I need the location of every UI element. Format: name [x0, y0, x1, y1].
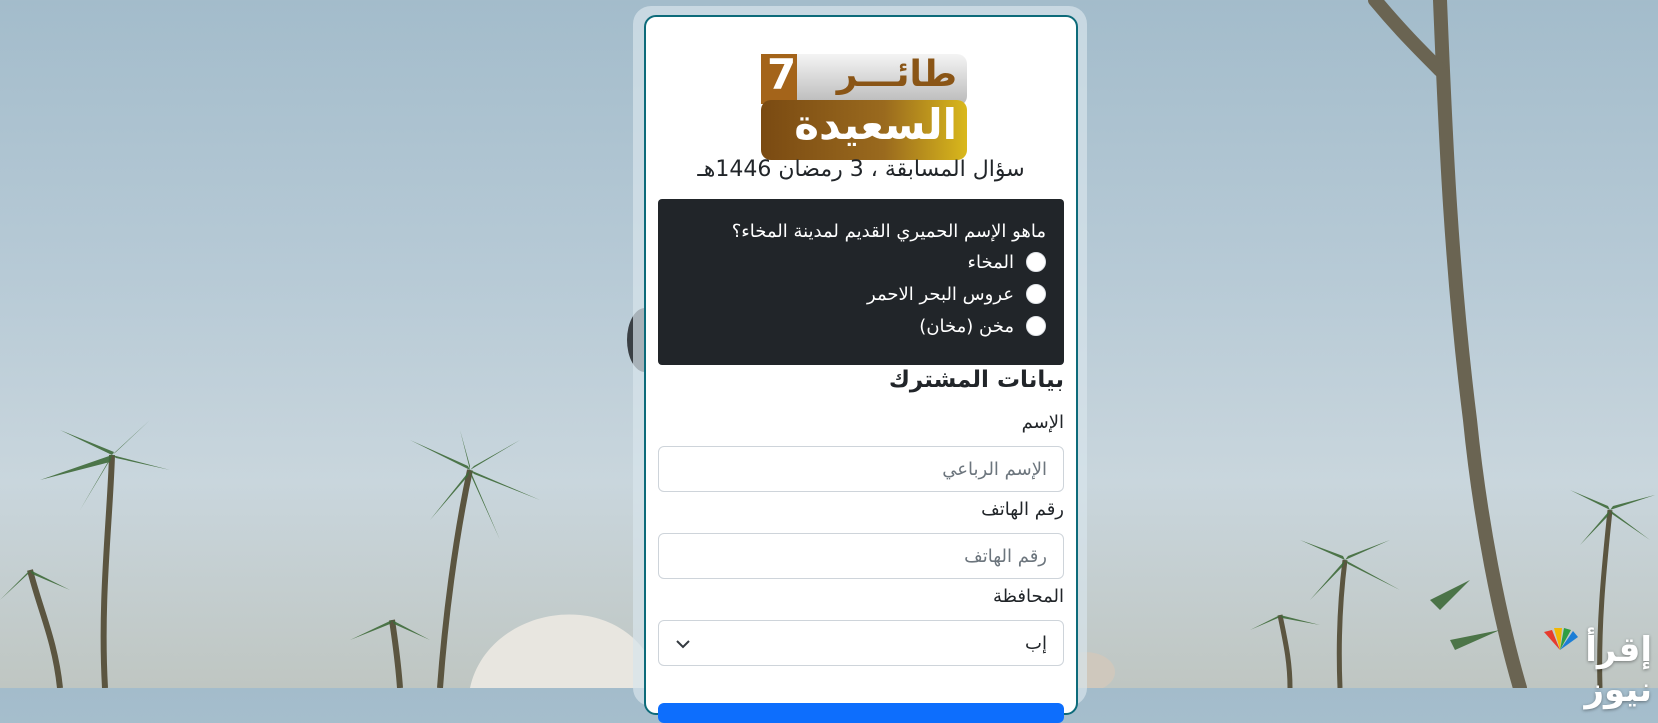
question-text: ماهو الإسم الحميري القديم لمدينة المخاء؟	[731, 221, 1046, 242]
governorate-select[interactable]: إب	[658, 620, 1064, 666]
taer-alsaeeda-logo: 7 طائـــر السعيدة	[761, 50, 967, 160]
answer-option-2[interactable]: عروس البحر الاحمر	[676, 278, 1046, 310]
phone-label: رقم الهاتف	[981, 499, 1064, 520]
name-input[interactable]	[658, 446, 1064, 492]
question-box: ماهو الإسم الحميري القديم لمدينة المخاء؟…	[658, 199, 1064, 365]
answer-label-2: عروس البحر الاحمر	[867, 283, 1014, 305]
logo-line1: طائـــر	[836, 54, 957, 95]
participant-heading: بيانات المشترك	[888, 367, 1064, 393]
radio-button-2[interactable]	[1026, 284, 1046, 304]
quiz-title: سؤال المسابقة ، 3 رمضان 1446هـ	[697, 157, 1025, 182]
answer-label-3: مخن (مخان)	[919, 315, 1014, 337]
radio-button-3[interactable]	[1026, 316, 1046, 336]
answer-label-1: المخاء	[967, 251, 1014, 273]
submit-button[interactable]	[658, 703, 1064, 723]
name-label: الإسم	[1021, 412, 1064, 433]
quiz-card: 7 طائـــر السعيدة سؤال المسابقة ، 3 رمضا…	[644, 15, 1078, 723]
governorate-label: المحافظة	[992, 586, 1064, 607]
watermark-text: إقرأ نيوز	[1584, 630, 1652, 710]
governorate-value: إب	[1025, 632, 1047, 654]
logo-number: 7	[767, 50, 797, 99]
radio-button-1[interactable]	[1026, 252, 1046, 272]
answer-option-3[interactable]: مخن (مخان)	[676, 310, 1046, 342]
site-watermark: إقرأ نيوز	[1524, 626, 1654, 710]
answer-option-1[interactable]: المخاء	[676, 246, 1046, 278]
logo-line2: السعيدة	[794, 100, 957, 149]
chevron-down-icon	[675, 634, 691, 653]
phone-input[interactable]	[658, 533, 1064, 579]
